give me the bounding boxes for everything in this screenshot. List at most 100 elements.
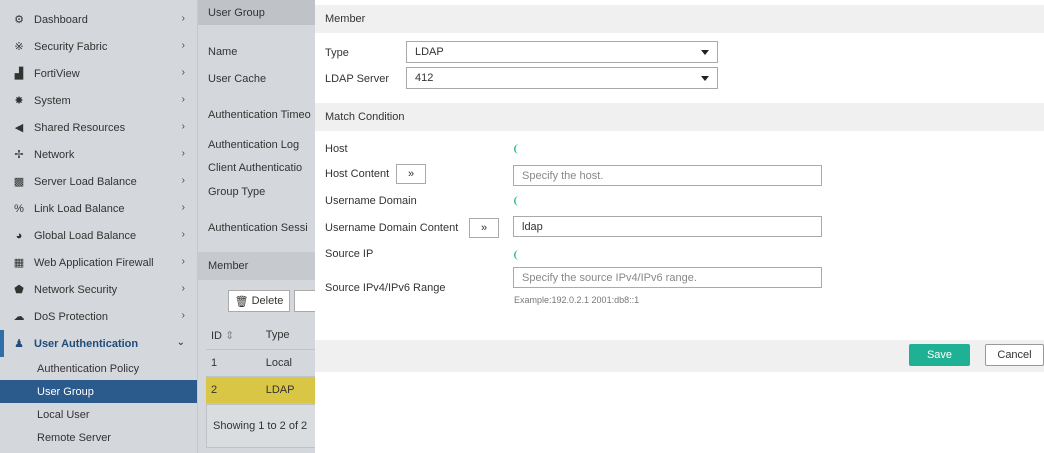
- sidebar-subitem-user-group[interactable]: User Group: [0, 380, 197, 403]
- sidebar-subitem-local-user[interactable]: Local User: [0, 403, 197, 426]
- cell-id: 2: [206, 376, 261, 404]
- chevron-right-icon: ›: [181, 67, 185, 78]
- cell-type: Local: [260, 349, 315, 377]
- field-label-authentication-log: Authentication Log: [208, 139, 300, 151]
- sidebar-subitem-label: Remote Server: [37, 431, 111, 444]
- dashboard-icon: ⚙: [14, 14, 24, 26]
- delete-button[interactable]: 🗑 Delete: [228, 290, 290, 312]
- sidebar-item-security-fabric[interactable]: ※ Security Fabric ›: [0, 33, 197, 60]
- sidebar-item-web-application-firewall[interactable]: ▦ Web Application Firewall ›: [0, 249, 197, 276]
- source-range-label: Source IPv4/IPv6 Range: [325, 282, 446, 294]
- sidebar-item-server-load-balance[interactable]: ▩ Server Load Balance ›: [0, 168, 197, 195]
- globe-icon: ◕: [15, 229, 23, 242]
- panel-title: User Group: [198, 0, 315, 25]
- sidebar: ⚙ Dashboard › ※ Security Fabric › ▟ Fort…: [0, 0, 197, 453]
- sidebar-item-label: Security Fabric: [34, 40, 108, 53]
- username-domain-expand-button[interactable]: »: [469, 218, 499, 238]
- ldap-server-select[interactable]: 412: [406, 67, 718, 89]
- sidebar-item-network[interactable]: ✢ Network ›: [0, 141, 197, 168]
- sidebar-item-link-load-balance[interactable]: % Link Load Balance ›: [0, 195, 197, 222]
- member-table: ID ⇕ Type 1 Local 2 LDAP: [206, 322, 315, 404]
- sidebar-item-label: DoS Protection: [34, 310, 108, 323]
- username-domain-content-input[interactable]: ldap: [513, 216, 822, 237]
- chevron-down-icon: ⌄: [176, 337, 185, 348]
- delete-button-label: Delete: [251, 295, 284, 307]
- secondary-button[interactable]: [294, 290, 315, 312]
- source-range-input[interactable]: Specify the source IPv4/IPv6 range.: [513, 267, 822, 288]
- sidebar-item-label: FortiView: [34, 67, 80, 80]
- security-fabric-icon: ※: [14, 41, 24, 53]
- cell-type: LDAP: [260, 376, 315, 404]
- sidebar-item-system[interactable]: ✸ System ›: [0, 87, 197, 114]
- ldap-server-label: LDAP Server: [325, 73, 389, 85]
- sidebar-item-label: Network Security: [34, 283, 118, 296]
- fortiview-icon: ▟: [14, 68, 24, 80]
- save-button[interactable]: Save: [909, 344, 970, 366]
- sidebar-subitem-remote-server[interactable]: Remote Server: [0, 426, 197, 449]
- field-label-name: Name: [208, 46, 238, 58]
- sidebar-item-label: Network: [34, 148, 75, 161]
- sidebar-item-dos-protection[interactable]: ☁ DoS Protection ›: [0, 303, 197, 330]
- host-content-placeholder: Specify the host.: [522, 169, 604, 182]
- source-range-placeholder: Specify the source IPv4/IPv6 range.: [522, 271, 697, 284]
- link-icon: %: [14, 202, 24, 215]
- chevron-right-icon: ›: [181, 13, 185, 24]
- chevron-right-icon: ›: [181, 175, 185, 186]
- field-label-group-type: Group Type: [208, 186, 266, 198]
- member-section-title: Member: [315, 5, 1044, 33]
- host-label: Host: [325, 143, 348, 155]
- sort-icon: ⇕: [225, 329, 235, 342]
- table-row[interactable]: 1 Local: [206, 349, 315, 377]
- username-domain-content-label: Username Domain Content: [325, 222, 459, 234]
- cell-id: 1: [206, 349, 261, 377]
- field-label-client-authentication: Client Authenticatio: [208, 162, 303, 174]
- member-edit-panel: Member Type LDAP LDAP Server 412 Match C…: [315, 0, 1044, 453]
- chevron-right-icon: ›: [181, 94, 185, 105]
- chevron-right-icon: ›: [181, 256, 185, 267]
- source-ip-toggle[interactable]: [513, 249, 525, 261]
- host-content-label: Host Content: [325, 168, 390, 180]
- share-icon: ◀: [14, 122, 24, 134]
- host-content-expand-button[interactable]: »: [396, 164, 426, 184]
- chevron-right-icon: ›: [181, 148, 185, 159]
- sidebar-item-fortiview[interactable]: ▟ FortiView ›: [0, 60, 197, 87]
- type-select[interactable]: LDAP: [406, 41, 718, 63]
- chevron-down-icon: [701, 50, 709, 55]
- pagination-info: Showing 1 to 2 of 2: [206, 404, 315, 448]
- sidebar-subitem-label: Local User: [37, 408, 90, 421]
- host-content-input[interactable]: Specify the host.: [513, 165, 822, 186]
- source-ip-label: Source IP: [325, 248, 374, 260]
- column-header-id[interactable]: ID ⇕: [206, 322, 261, 350]
- sidebar-item-network-security[interactable]: ⬟ Network Security ›: [0, 276, 197, 303]
- sidebar-item-shared-resources[interactable]: ◀ Shared Resources ›: [0, 114, 197, 141]
- cloud-icon: ☁: [13, 311, 25, 323]
- username-domain-toggle[interactable]: [513, 195, 525, 207]
- sidebar-item-label: System: [34, 94, 71, 107]
- table-header-row: ID ⇕ Type: [206, 322, 315, 350]
- type-select-value: LDAP: [415, 46, 444, 58]
- host-toggle[interactable]: [513, 143, 525, 155]
- sidebar-subitem-label: User Group: [37, 385, 94, 398]
- double-chevron-right-icon: »: [407, 168, 415, 180]
- server-icon: ▩: [13, 176, 25, 188]
- sidebar-item-label: Dashboard: [34, 13, 88, 26]
- trash-icon: 🗑: [234, 295, 249, 308]
- chevron-right-icon: ›: [181, 121, 185, 132]
- column-header-type[interactable]: Type: [260, 322, 315, 350]
- cancel-button[interactable]: Cancel: [985, 344, 1044, 366]
- type-label: Type: [325, 47, 349, 59]
- chevron-down-icon: [701, 76, 709, 81]
- sidebar-subitem-authentication-policy[interactable]: Authentication Policy: [0, 357, 197, 380]
- sidebar-item-label: Global Load Balance: [34, 229, 137, 242]
- sidebar-item-dashboard[interactable]: ⚙ Dashboard ›: [0, 6, 197, 33]
- gear-icon: ✸: [14, 95, 24, 107]
- sidebar-item-user-authentication[interactable]: ♟ User Authentication ⌄: [0, 330, 197, 357]
- username-domain-content-value: ldap: [522, 220, 543, 233]
- sidebar-item-label: Link Load Balance: [34, 202, 125, 215]
- firewall-icon: ▦: [13, 257, 25, 269]
- sidebar-item-global-load-balance[interactable]: ◕ Global Load Balance ›: [0, 222, 197, 249]
- table-row[interactable]: 2 LDAP: [206, 376, 315, 404]
- shield-icon: ⬟: [14, 284, 24, 296]
- field-label-authentication-timeout: Authentication Timeo: [208, 109, 311, 121]
- source-range-hint: Example:192.0.2.1 2001:db8::1: [514, 295, 640, 305]
